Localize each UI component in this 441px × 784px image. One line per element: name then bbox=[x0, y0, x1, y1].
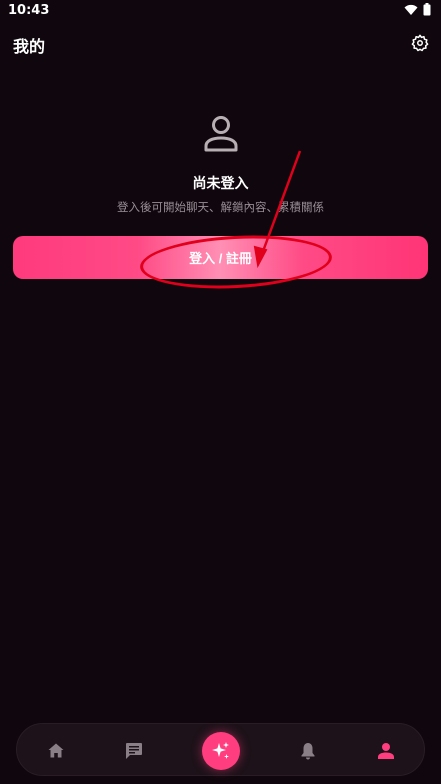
status-time: 10:43 bbox=[8, 3, 50, 18]
nav-profile[interactable] bbox=[361, 724, 411, 777]
nav-discover[interactable] bbox=[202, 732, 240, 770]
nav-home[interactable] bbox=[31, 724, 81, 777]
page-title: 我的 bbox=[13, 37, 46, 56]
battery-icon bbox=[423, 3, 431, 16]
chat-icon bbox=[126, 742, 142, 759]
sparkle-icon bbox=[212, 742, 229, 759]
home-icon bbox=[48, 743, 64, 758]
status-bar: 10:43 bbox=[0, 0, 441, 22]
not-logged-in-title: 尚未登入 bbox=[192, 176, 249, 192]
bottom-navigation bbox=[16, 723, 425, 776]
wifi-icon bbox=[404, 4, 418, 15]
status-icons bbox=[404, 3, 431, 16]
gear-icon bbox=[411, 34, 429, 52]
person-outline-icon bbox=[204, 116, 238, 152]
settings-button[interactable] bbox=[409, 32, 431, 54]
profile-screen: 10:43 我的 尚未登入 登入後可開始聊天、解鎖內容、累積關係 登入 / 註冊 bbox=[0, 0, 441, 784]
nav-chat[interactable] bbox=[109, 724, 159, 777]
person-icon bbox=[378, 742, 394, 759]
not-logged-in-subtitle: 登入後可開始聊天、解鎖內容、累積關係 bbox=[117, 200, 324, 214]
nav-notifications[interactable] bbox=[283, 724, 333, 777]
bell-icon bbox=[301, 742, 315, 759]
